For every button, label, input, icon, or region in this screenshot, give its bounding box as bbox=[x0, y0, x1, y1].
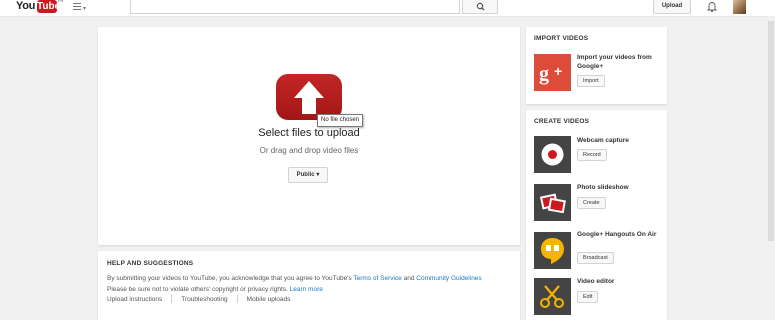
google-plus-icon: g + bbox=[534, 54, 571, 91]
masthead: You Tube IN ▾ Upload bbox=[0, 0, 775, 17]
guidelines-link[interactable]: Community Guidelines bbox=[416, 275, 481, 282]
help-text: By submitting your videos to YouTube, yo… bbox=[107, 273, 517, 295]
edit-button[interactable]: Edit bbox=[577, 291, 599, 303]
upload-title: Select files to upload bbox=[258, 127, 360, 139]
hangouts-icon bbox=[534, 232, 571, 269]
search-icon bbox=[476, 2, 485, 11]
hangouts-glyph bbox=[541, 238, 564, 264]
record-button[interactable]: Record bbox=[577, 149, 607, 161]
page-scrollbar[interactable] bbox=[767, 16, 775, 320]
webcam-label: Webcam capture bbox=[577, 137, 629, 144]
broadcast-button[interactable]: Broadcast bbox=[577, 252, 614, 264]
help-links: Upload instructions Troubleshooting Mobile… bbox=[107, 295, 290, 303]
webcam-glyph bbox=[541, 143, 564, 166]
logo-you-text: You bbox=[16, 0, 36, 12]
create-heading: CREATE VIDEOS bbox=[534, 118, 590, 125]
chevron-down-icon: ▾ bbox=[316, 172, 320, 178]
search-input[interactable] bbox=[130, 0, 460, 14]
create-button[interactable]: Create bbox=[577, 197, 606, 209]
scrollbar-thumb[interactable] bbox=[768, 21, 774, 241]
guide-menu-icon[interactable]: ▾ bbox=[73, 3, 87, 12]
upload-button[interactable]: Upload bbox=[653, 0, 691, 14]
google-plus-glyph: g + bbox=[539, 63, 562, 85]
link-divider bbox=[236, 295, 238, 303]
mobile-uploads-link[interactable]: Mobile uploads bbox=[247, 296, 291, 303]
file-tooltip: No file chosen bbox=[317, 114, 364, 127]
help-panel: HELP AND SUGGESTIONS By submitting your … bbox=[98, 251, 520, 320]
webcam-icon bbox=[534, 136, 571, 173]
upload-subtitle: Or drag and drop video files bbox=[259, 146, 359, 155]
import-gplus-label: Import your videos from Google+ bbox=[577, 54, 652, 70]
create-panel: CREATE VIDEOS Webcam capture Record Phot… bbox=[526, 110, 667, 320]
svg-text:+: + bbox=[554, 63, 562, 79]
privacy-dropdown[interactable]: Public ▾ bbox=[288, 167, 328, 183]
bell-icon[interactable] bbox=[706, 1, 718, 13]
photos-glyph bbox=[539, 193, 566, 214]
logo-tube-text: Tube bbox=[37, 0, 61, 13]
slideshow-label: Photo slideshow bbox=[577, 184, 629, 191]
svg-text:g: g bbox=[539, 63, 549, 85]
hangouts-label: Google+ Hangouts On Air bbox=[577, 231, 657, 238]
help-text-2: Please be sure not to violate others' co… bbox=[107, 286, 288, 293]
troubleshooting-link[interactable]: Troubleshooting bbox=[181, 296, 227, 303]
privacy-label: Public bbox=[296, 172, 315, 178]
learn-more-link[interactable]: Learn more bbox=[290, 286, 323, 293]
import-button[interactable]: Import bbox=[577, 75, 605, 87]
import-panel: IMPORT VIDEOS g + Import your videos fro… bbox=[526, 27, 667, 104]
terms-link[interactable]: Terms of Service bbox=[353, 275, 401, 282]
avatar[interactable] bbox=[733, 0, 746, 14]
logo-region-text: IN bbox=[58, 0, 63, 4]
search-button[interactable] bbox=[462, 0, 498, 14]
scissors-glyph bbox=[540, 285, 564, 308]
upload-panel: No file chosen Select files to upload Or… bbox=[98, 27, 520, 245]
editor-label: Video editor bbox=[577, 278, 615, 285]
import-heading: IMPORT VIDEOS bbox=[534, 35, 589, 42]
help-text-1: By submitting your videos to YouTube, yo… bbox=[107, 275, 352, 282]
link-divider bbox=[171, 295, 173, 303]
upload-instructions-link[interactable]: Upload instructions bbox=[107, 296, 162, 303]
scissors-icon bbox=[534, 278, 571, 315]
help-heading: HELP AND SUGGESTIONS bbox=[107, 260, 194, 267]
photos-icon bbox=[534, 184, 571, 221]
help-text-and: and bbox=[403, 275, 415, 282]
